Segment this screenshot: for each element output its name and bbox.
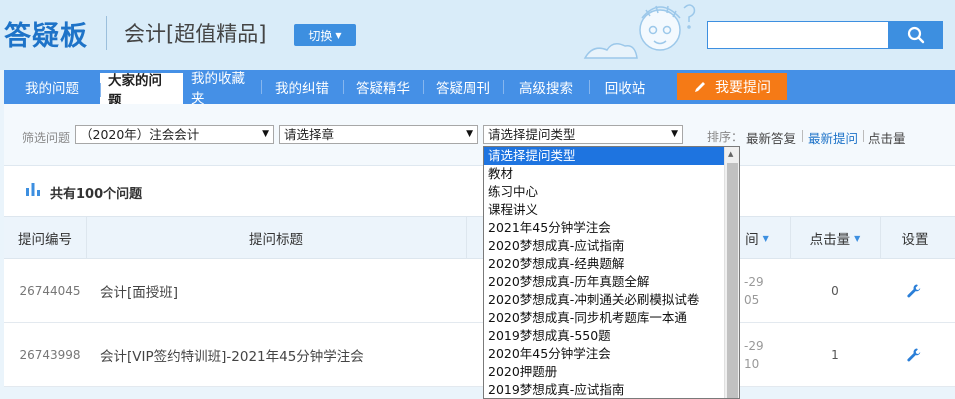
column-header-title: 提问标题 xyxy=(249,232,303,248)
dropdown-option[interactable]: 2019梦想成真-应试指南 xyxy=(484,381,724,398)
dropdown-option[interactable]: 请选择提问类型 xyxy=(484,147,724,165)
question-title-link[interactable]: 会计[面授班] xyxy=(100,259,480,323)
question-hits: 1 xyxy=(831,348,839,362)
wrench-icon xyxy=(907,348,921,362)
sort-caret-icon: ▼ xyxy=(854,233,861,243)
dropdown-option[interactable]: 教材 xyxy=(484,165,724,183)
search-icon xyxy=(907,26,925,44)
nav-item-favorites[interactable]: 我的收藏夹 xyxy=(183,70,261,107)
nav-item-advanced-search[interactable]: 高级搜索 xyxy=(503,70,589,104)
subject-select[interactable]: （2020年）注会会计 ▼ xyxy=(75,125,274,144)
question-time-line2: 10 xyxy=(744,357,760,371)
question-time: -29 10 xyxy=(744,323,784,387)
settings-button[interactable] xyxy=(889,323,939,387)
question-title-link[interactable]: 会计[VIP签约特训班]-2021年45分钟学注会 xyxy=(100,323,480,387)
sort-hits[interactable]: 点击量 xyxy=(868,128,906,147)
dropdown-option[interactable]: 2020梦想成真-应试指南 xyxy=(484,237,724,255)
subject-select-value: （2020年）注会会计 xyxy=(80,127,200,142)
caret-down-icon: ▼ xyxy=(335,30,342,40)
table-row: 26744045 会计[面授班] -29 05 0 xyxy=(4,259,955,323)
settings-button[interactable] xyxy=(889,259,939,323)
course-title: 会计[超值精品] xyxy=(124,22,267,46)
dropdown-option[interactable]: 课程讲义 xyxy=(484,201,724,219)
switch-label: 切换 xyxy=(308,28,333,43)
dropdown-option[interactable]: 2020梦想成真-冲刺通关必刷模拟试卷 xyxy=(484,291,724,309)
dropdown-option[interactable]: 练习中心 xyxy=(484,183,724,201)
question-time-line1: -29 xyxy=(744,275,764,289)
search-button[interactable] xyxy=(889,21,943,49)
dropdown-option[interactable]: 2020梦想成真-经典题解 xyxy=(484,255,724,273)
scrollbar-thumb[interactable] xyxy=(727,163,738,398)
nav-item-corrections[interactable]: 我的纠错 xyxy=(261,70,343,104)
question-type-select[interactable]: 请选择提问类型 ▼ xyxy=(483,125,683,144)
question-time-line2: 05 xyxy=(744,293,760,307)
scroll-up-arrow-icon[interactable]: ▲ xyxy=(728,150,733,158)
header: 答疑板 会计[超值精品] 切换 ▼ xyxy=(0,0,955,70)
select-arrow-icon: ▼ xyxy=(262,129,269,139)
nav-item-highlights[interactable]: 答疑精华 xyxy=(343,70,423,104)
ask-question-label: 我要提问 xyxy=(715,79,771,96)
column-header-settings: 设置 xyxy=(901,232,929,248)
column-header-hits-label: 点击量 xyxy=(809,232,851,248)
nav-item-my-questions[interactable]: 我的问题 xyxy=(4,70,100,104)
sort-divider xyxy=(802,130,803,142)
mascot-illustration xyxy=(583,4,696,59)
column-header-id: 提问编号 xyxy=(18,232,72,248)
dropdown-option[interactable]: 2020年45分钟学注会 xyxy=(484,345,724,363)
column-header-hits[interactable]: 点击量 ▼ xyxy=(790,217,880,259)
dropdown-option[interactable]: 2020梦想成真-历年真题全解 xyxy=(484,273,724,291)
dropdown-scrollbar[interactable]: ▲ xyxy=(724,147,739,398)
column-divider xyxy=(466,217,467,259)
table-row: 26743998 会计[VIP签约特训班]-2021年45分钟学注会 -29 1… xyxy=(4,323,955,387)
question-type-select-value: 请选择提问类型 xyxy=(488,127,576,142)
bar-chart-icon xyxy=(26,183,40,196)
question-type-dropdown[interactable]: 请选择提问类型 教材 练习中心 课程讲义 2021年45分钟学注会 2020梦想… xyxy=(483,146,740,399)
dropdown-option[interactable]: 2019梦想成真-550题 xyxy=(484,327,724,345)
chapter-select-value: 请选择章 xyxy=(284,127,335,142)
logo-divider xyxy=(106,16,107,50)
total-count: 共有100个问题 xyxy=(50,187,143,202)
dropdown-option[interactable]: 2020押题册 xyxy=(484,363,724,381)
column-header-time[interactable]: 间 ▼ xyxy=(742,217,772,259)
main-nav: 我的问题 大家的问题 我的收藏夹 我的纠错 答疑精华 答疑周刊 高级搜索 回收站… xyxy=(4,70,955,109)
search-input[interactable] xyxy=(707,21,889,49)
table-header: 提问编号 提问标题 间 ▼ 点击量 ▼ 设置 xyxy=(4,216,955,259)
ask-question-button[interactable]: 我要提问 xyxy=(677,73,787,100)
question-hits: 0 xyxy=(831,284,839,298)
site-logo[interactable]: 答疑板 xyxy=(4,14,88,53)
nav-item-weekly[interactable]: 答疑周刊 xyxy=(423,70,503,104)
select-arrow-icon: ▼ xyxy=(671,129,678,139)
filter-bar: 筛选问题 （2020年）注会会计 ▼ 请选择章 ▼ 请选择提问类型 ▼ 排序： … xyxy=(4,104,955,166)
sort-caret-icon: ▼ xyxy=(762,233,769,243)
nav-item-recycle-bin[interactable]: 回收站 xyxy=(589,70,661,104)
question-id: 26744045 xyxy=(19,284,81,298)
sort-latest-reply[interactable]: 最新答复 xyxy=(746,128,796,147)
column-header-time-label: 间 xyxy=(745,232,759,248)
question-id: 26743998 xyxy=(19,348,81,362)
select-arrow-icon: ▼ xyxy=(466,129,473,139)
sort-divider xyxy=(863,130,864,142)
nav-item-all-questions[interactable]: 大家的问题 xyxy=(100,70,183,109)
sort-label: 排序： xyxy=(707,130,744,144)
wrench-icon xyxy=(907,284,921,298)
filter-label: 筛选问题 xyxy=(22,131,71,145)
dropdown-option[interactable]: 2021年45分钟学注会 xyxy=(484,219,724,237)
total-bar: 共有100个问题 xyxy=(4,166,955,216)
switch-course-button[interactable]: 切换 ▼ xyxy=(294,24,356,46)
question-time: -29 05 xyxy=(744,259,784,323)
sort-latest-question[interactable]: 最新提问 xyxy=(808,128,858,147)
page: 答疑板 会计[超值精品] 切换 ▼ 我的问题 大家的问题 我的收藏夹 我的纠错 … xyxy=(0,0,955,399)
question-time-line1: -29 xyxy=(744,339,764,353)
pencil-icon xyxy=(695,81,705,92)
chapter-select[interactable]: 请选择章 ▼ xyxy=(279,125,478,144)
dropdown-option[interactable]: 2020梦想成真-同步机考题库一本通 xyxy=(484,309,724,327)
